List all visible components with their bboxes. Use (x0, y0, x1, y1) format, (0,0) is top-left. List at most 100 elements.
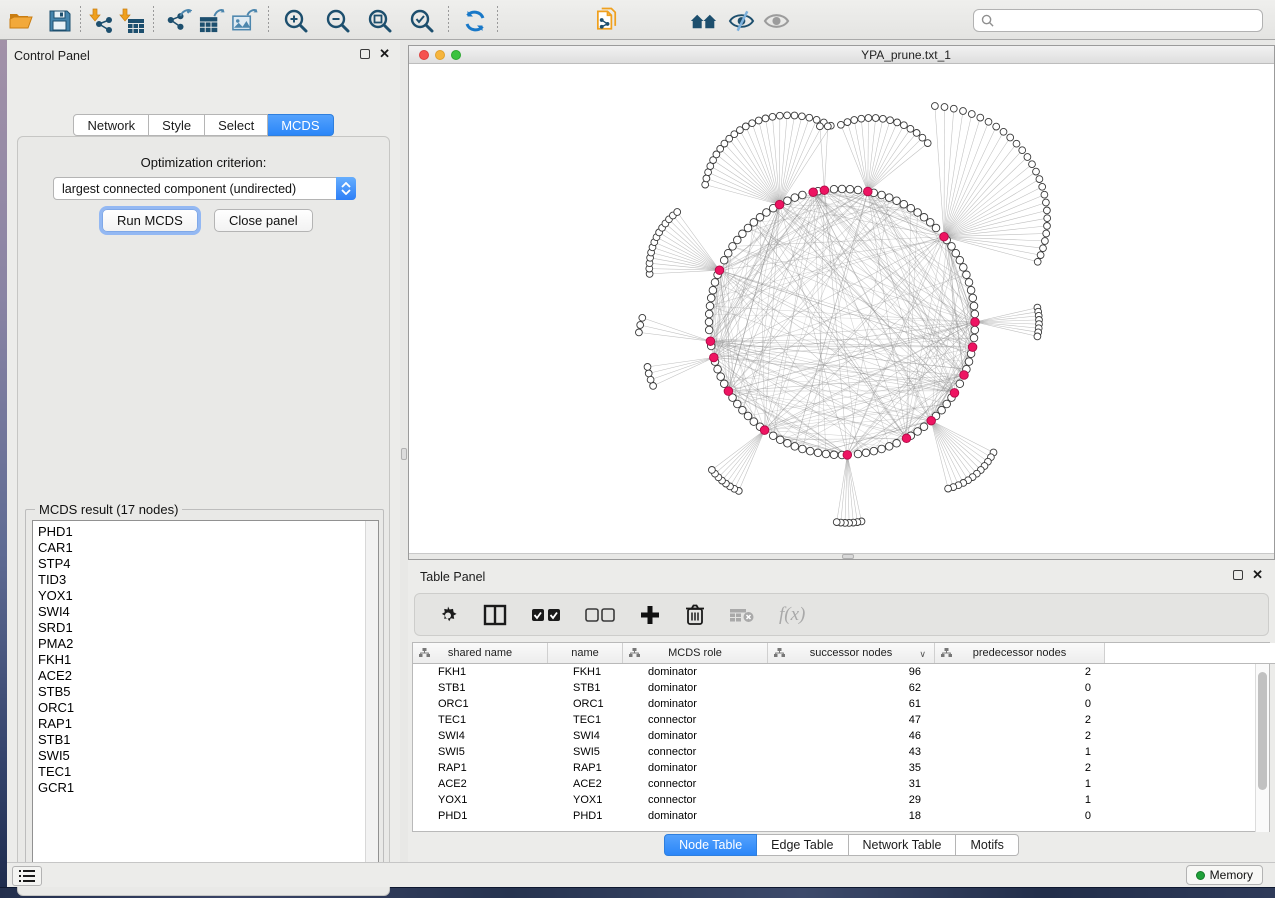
graph-node[interactable] (814, 449, 822, 457)
graph-leaf-node[interactable] (1036, 176, 1043, 183)
mcds-result-item[interactable]: STP4 (38, 556, 378, 572)
graph-node[interactable] (711, 279, 719, 287)
graph-node[interactable] (878, 191, 886, 199)
add-column-icon[interactable] (639, 604, 661, 626)
float-panel-icon[interactable] (1233, 570, 1243, 580)
table-row[interactable]: PHD1PHD1dominator180 (413, 808, 1269, 824)
column-header-predecessor-nodes[interactable]: predecessor nodes (935, 643, 1105, 663)
graph-node[interactable] (744, 412, 752, 420)
zoom-in-icon[interactable] (282, 7, 309, 34)
graph-leaf-node[interactable] (1044, 215, 1051, 222)
export-image-icon[interactable] (231, 7, 258, 34)
graph-leaf-node[interactable] (824, 123, 831, 130)
graph-leaf-node[interactable] (960, 108, 967, 115)
graph-node[interactable] (971, 326, 979, 334)
graph-node[interactable] (720, 256, 728, 264)
tab-style[interactable]: Style (149, 114, 205, 136)
graph-leaf-node[interactable] (945, 485, 952, 492)
table-row[interactable]: YOX1YOX1connector291 (413, 792, 1269, 808)
import-table-icon[interactable] (118, 7, 145, 34)
float-panel-icon[interactable] (360, 49, 370, 59)
delete-column-icon[interactable] (685, 603, 705, 626)
graph-leaf-node[interactable] (858, 115, 865, 122)
table-row[interactable]: RAP1RAP1dominator352 (413, 760, 1269, 776)
close-panel-icon[interactable]: ✕ (379, 49, 390, 59)
graph-leaf-node[interactable] (851, 117, 858, 124)
zoom-selected-icon[interactable] (408, 7, 435, 34)
graph-mcds-node[interactable] (960, 371, 969, 380)
scrollbar-thumb[interactable] (1258, 672, 1267, 790)
graph-leaf-node[interactable] (1042, 238, 1049, 245)
graph-node[interactable] (914, 428, 922, 436)
close-window-icon[interactable] (419, 50, 429, 60)
graph-leaf-node[interactable] (1029, 161, 1036, 168)
graph-node[interactable] (920, 423, 928, 431)
vertical-splitter[interactable] (400, 40, 408, 862)
graph-node[interactable] (791, 194, 799, 202)
graph-node[interactable] (948, 243, 956, 251)
graph-node[interactable] (971, 310, 979, 318)
tab-network-table[interactable]: Network Table (849, 834, 957, 856)
graph-leaf-node[interactable] (941, 104, 948, 111)
graph-mcds-node[interactable] (864, 187, 873, 196)
minimize-window-icon[interactable] (435, 50, 445, 60)
graph-leaf-node[interactable] (742, 123, 749, 130)
graph-node[interactable] (729, 243, 737, 251)
graph-leaf-node[interactable] (1024, 154, 1031, 161)
graph-mcds-node[interactable] (968, 343, 977, 352)
graph-node[interactable] (956, 380, 964, 388)
graph-leaf-node[interactable] (1039, 183, 1046, 190)
export-table-icon[interactable] (198, 7, 225, 34)
table-row[interactable]: SWI4SWI4dominator462 (413, 728, 1269, 744)
tab-motifs[interactable]: Motifs (956, 834, 1018, 856)
graph-node[interactable] (885, 443, 893, 451)
tab-network[interactable]: Network (73, 114, 149, 136)
graph-leaf-node[interactable] (813, 116, 820, 123)
graph-leaf-node[interactable] (702, 181, 709, 188)
deselect-all-icon[interactable] (585, 607, 615, 623)
graph-leaf-node[interactable] (924, 140, 931, 147)
column-header-MCDS-role[interactable]: MCDS role (623, 643, 768, 663)
mcds-result-item[interactable]: FKH1 (38, 652, 378, 668)
graph-leaf-node[interactable] (838, 121, 845, 128)
list-scrollbar[interactable] (365, 521, 378, 871)
splitter-handle-icon[interactable] (401, 448, 407, 460)
graph-node[interactable] (707, 294, 715, 302)
graph-leaf-node[interactable] (844, 119, 851, 126)
graph-node[interactable] (893, 440, 901, 448)
graph-leaf-node[interactable] (799, 113, 806, 120)
graph-leaf-node[interactable] (784, 112, 791, 119)
graph-mcds-node[interactable] (809, 188, 818, 197)
graph-node[interactable] (846, 185, 854, 193)
graph-mcds-node[interactable] (950, 389, 959, 398)
graph-leaf-node[interactable] (1043, 199, 1050, 206)
graph-node[interactable] (932, 224, 940, 232)
graph-mcds-node[interactable] (706, 337, 715, 346)
tab-node-table[interactable]: Node Table (664, 834, 757, 856)
table-row[interactable]: TEC1TEC1connector472 (413, 712, 1269, 728)
table-row[interactable]: STB1STB1dominator620 (413, 680, 1269, 696)
table-row[interactable]: SWI5SWI5connector431 (413, 744, 1269, 760)
graph-leaf-node[interactable] (1044, 207, 1051, 214)
graph-node[interactable] (862, 449, 870, 457)
graph-mcds-node[interactable] (902, 434, 911, 443)
graph-leaf-node[interactable] (1033, 168, 1040, 175)
graph-node[interactable] (709, 286, 717, 294)
graph-node[interactable] (870, 447, 878, 455)
mcds-result-item[interactable]: ACE2 (38, 668, 378, 684)
import-network-icon[interactable] (88, 7, 115, 34)
graph-node[interactable] (784, 440, 792, 448)
apply-layout-icon[interactable] (461, 7, 488, 34)
graph-mcds-node[interactable] (940, 232, 949, 241)
run-mcds-button[interactable]: Run MCDS (102, 209, 198, 232)
graph-node[interactable] (724, 249, 732, 257)
graph-leaf-node[interactable] (647, 376, 654, 383)
mcds-result-item[interactable]: CAR1 (38, 540, 378, 556)
graph-leaf-node[interactable] (907, 125, 914, 132)
table-row[interactable]: ACE2ACE2connector311 (413, 776, 1269, 792)
graph-leaf-node[interactable] (865, 115, 872, 122)
graph-leaf-node[interactable] (833, 519, 840, 526)
graph-leaf-node[interactable] (1044, 223, 1051, 230)
graph-mcds-node[interactable] (760, 426, 769, 435)
save-icon[interactable] (46, 7, 73, 34)
